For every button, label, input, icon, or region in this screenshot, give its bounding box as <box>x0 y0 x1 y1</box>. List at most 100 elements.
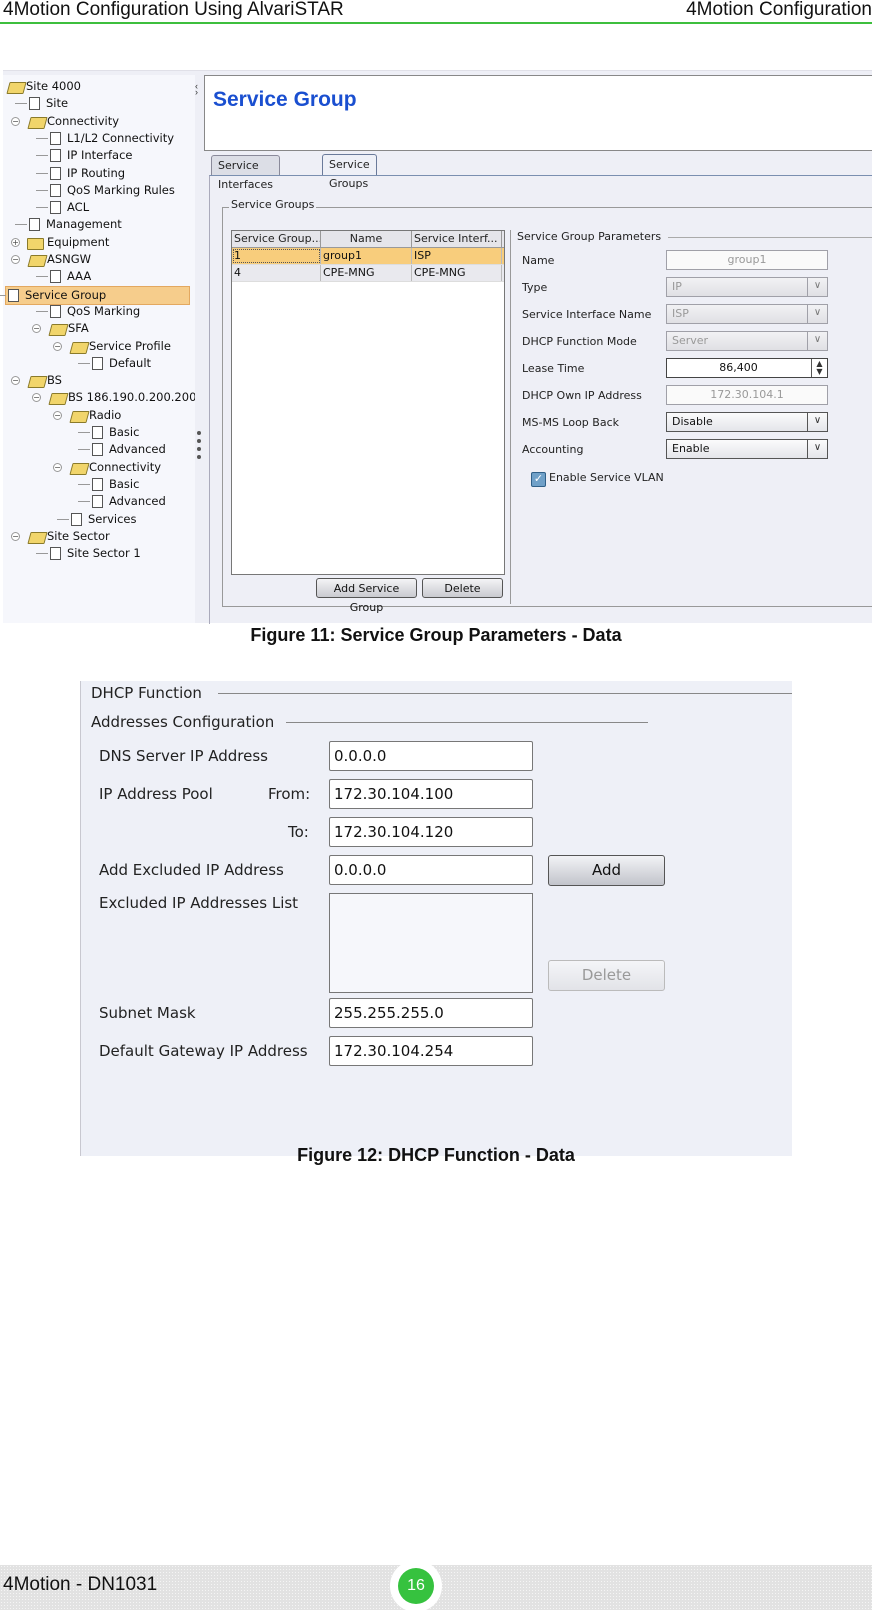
document-icon <box>92 356 103 370</box>
add-excluded-ip-button[interactable]: Add <box>548 855 665 886</box>
tree-item[interactable]: IP Routing <box>36 165 125 182</box>
tree-item[interactable]: AAA <box>36 268 91 285</box>
document-icon <box>29 218 40 232</box>
add-excluded-ip-input[interactable]: 0.0.0.0 <box>329 855 533 885</box>
tree-item[interactable]: − Service Profile <box>53 338 171 355</box>
spinner-arrows-icon[interactable]: ▲ ▼ <box>811 359 827 377</box>
document-icon <box>50 131 61 145</box>
type-dropdown[interactable]: IP ∨ <box>666 277 828 297</box>
accounting-dropdown[interactable]: Enable ∨ <box>666 439 828 459</box>
tree-item[interactable]: Basic <box>78 424 139 441</box>
tree-item[interactable]: Services <box>57 511 137 528</box>
tree-item[interactable]: Site <box>15 95 68 112</box>
tree-connector-line <box>0 294 6 296</box>
delete-excluded-ip-button[interactable]: Delete <box>548 960 665 991</box>
cell-service-interface: ISP <box>412 248 502 264</box>
enable-service-vlan-checkbox[interactable]: ✓ <box>531 472 546 487</box>
collapse-icon[interactable]: − <box>53 410 62 420</box>
tree-item[interactable]: QoS Marking <box>36 303 140 320</box>
tree-item[interactable]: − BS 186.190.0.200.200. <box>32 389 200 406</box>
tree-item[interactable]: Default <box>78 355 151 372</box>
tree-item[interactable]: Service Group <box>0 285 190 305</box>
column-header-name[interactable]: Name <box>321 231 412 247</box>
dns-server-label: DNS Server IP Address <box>99 747 268 765</box>
tree-item[interactable]: QoS Marking Rules <box>36 182 175 199</box>
tree-item[interactable]: Site Sector 1 <box>36 545 141 562</box>
service-groups-title: Service Groups <box>229 198 317 211</box>
document-icon <box>92 495 103 509</box>
tab-service-groups[interactable]: Service Groups <box>322 154 377 190</box>
tree-item[interactable]: Advanced <box>78 493 166 510</box>
tree-item-label: Site Sector 1 <box>67 546 141 561</box>
dhcp-function-mode-dropdown[interactable]: Server ∨ <box>666 331 828 351</box>
chevron-down-icon[interactable]: ∨ <box>807 305 827 323</box>
tree-item-label: ACL <box>67 200 90 215</box>
tab-service-interfaces[interactable]: Service Interfaces <box>211 155 280 191</box>
dhcp-own-ip-field[interactable]: 172.30.104.1 <box>666 385 828 405</box>
parameters-title-line <box>668 237 872 238</box>
folder-open-icon <box>69 410 85 421</box>
parameters-title: Service Group Parameters <box>517 230 662 243</box>
page-header: 4Motion Configuration Using AlvariSTAR 4… <box>0 0 872 24</box>
addresses-configuration-section-title: Addresses Configuration <box>91 713 275 731</box>
collapse-icon[interactable]: − <box>11 531 20 541</box>
tree-item[interactable]: Advanced <box>78 441 166 458</box>
collapse-icon[interactable]: − <box>11 255 20 264</box>
ms-ms-loop-back-dropdown[interactable]: Disable ∨ <box>666 412 828 432</box>
ip-address-pool-label: IP Address Pool <box>99 785 213 803</box>
dns-server-input[interactable]: 0.0.0.0 <box>329 741 533 771</box>
pool-to-input[interactable]: 172.30.104.120 <box>329 817 533 847</box>
tree-item[interactable]: − BS <box>11 372 62 389</box>
tree-item[interactable]: − Connectivity <box>53 459 161 476</box>
collapse-arrows-icon[interactable]: ‹ › <box>195 82 198 97</box>
page-title: Service Group <box>213 88 357 111</box>
table-row[interactable]: 4 CPE-MNG CPE-MNG <box>232 265 504 282</box>
add-service-group-button[interactable]: Add Service Group <box>316 578 417 614</box>
default-gateway-label: Default Gateway IP Address <box>99 1042 308 1060</box>
delete-service-group-button[interactable]: Delete <box>422 578 503 598</box>
pool-from-input[interactable]: 172.30.104.100 <box>329 779 533 809</box>
collapse-icon[interactable]: − <box>32 393 41 403</box>
column-header-service-group[interactable]: Service Group... <box>232 231 321 247</box>
splitter-handle[interactable]: ‹ › <box>195 75 205 623</box>
checkmark-icon: ✓ <box>533 473 544 485</box>
tree-item-label: BS <box>47 373 62 388</box>
tree-item[interactable]: Site 4000 <box>6 78 81 95</box>
collapse-icon[interactable]: − <box>11 376 20 386</box>
tree-item[interactable]: − Connectivity <box>11 113 119 130</box>
tree-item[interactable]: ACL <box>36 199 90 216</box>
chevron-down-icon[interactable]: ∨ <box>807 440 827 458</box>
tree-item[interactable]: − Site Sector <box>11 528 110 545</box>
name-field[interactable]: group1 <box>666 250 828 270</box>
tree-item[interactable]: Basic <box>78 476 139 493</box>
column-header-service-interface[interactable]: Service Interf... <box>412 231 502 247</box>
tree-item[interactable]: + Equipment <box>11 234 109 251</box>
folder-open-icon <box>48 392 64 403</box>
collapse-icon[interactable]: − <box>53 462 62 472</box>
tree-item-label: Radio <box>89 407 122 422</box>
collapse-icon[interactable]: − <box>32 324 41 334</box>
chevron-down-icon[interactable]: ∨ <box>807 413 827 431</box>
tree-item-label: ASNGW <box>47 252 92 266</box>
ms-ms-loop-back-value: Disable <box>672 415 713 428</box>
expand-icon[interactable]: + <box>11 237 20 247</box>
tree-item[interactable]: − SFA <box>32 320 89 337</box>
tree-item[interactable]: Management <box>15 216 122 233</box>
tree-item[interactable]: − Radio <box>53 407 122 424</box>
excluded-ip-list[interactable] <box>329 893 533 993</box>
type-label: Type <box>522 281 548 294</box>
tree-item[interactable]: L1/L2 Connectivity <box>36 130 174 147</box>
lease-time-spinner[interactable]: 86,400 ▲ ▼ <box>666 358 828 378</box>
chevron-down-icon[interactable]: ∨ <box>807 332 827 350</box>
tree-connector-line <box>15 103 27 105</box>
collapse-icon[interactable]: − <box>11 116 20 126</box>
service-interface-name-dropdown[interactable]: ISP ∨ <box>666 304 828 324</box>
default-gateway-input[interactable]: 172.30.104.254 <box>329 1036 533 1066</box>
type-value: IP <box>672 280 682 293</box>
tree-item[interactable]: IP Interface <box>36 147 132 164</box>
tree-item[interactable]: − ASNGW <box>11 251 92 268</box>
chevron-down-icon[interactable]: ∨ <box>807 278 827 296</box>
subnet-mask-input[interactable]: 255.255.255.0 <box>329 998 533 1028</box>
collapse-icon[interactable]: − <box>53 341 62 351</box>
table-row[interactable]: 1 group1 ISP <box>232 248 504 265</box>
